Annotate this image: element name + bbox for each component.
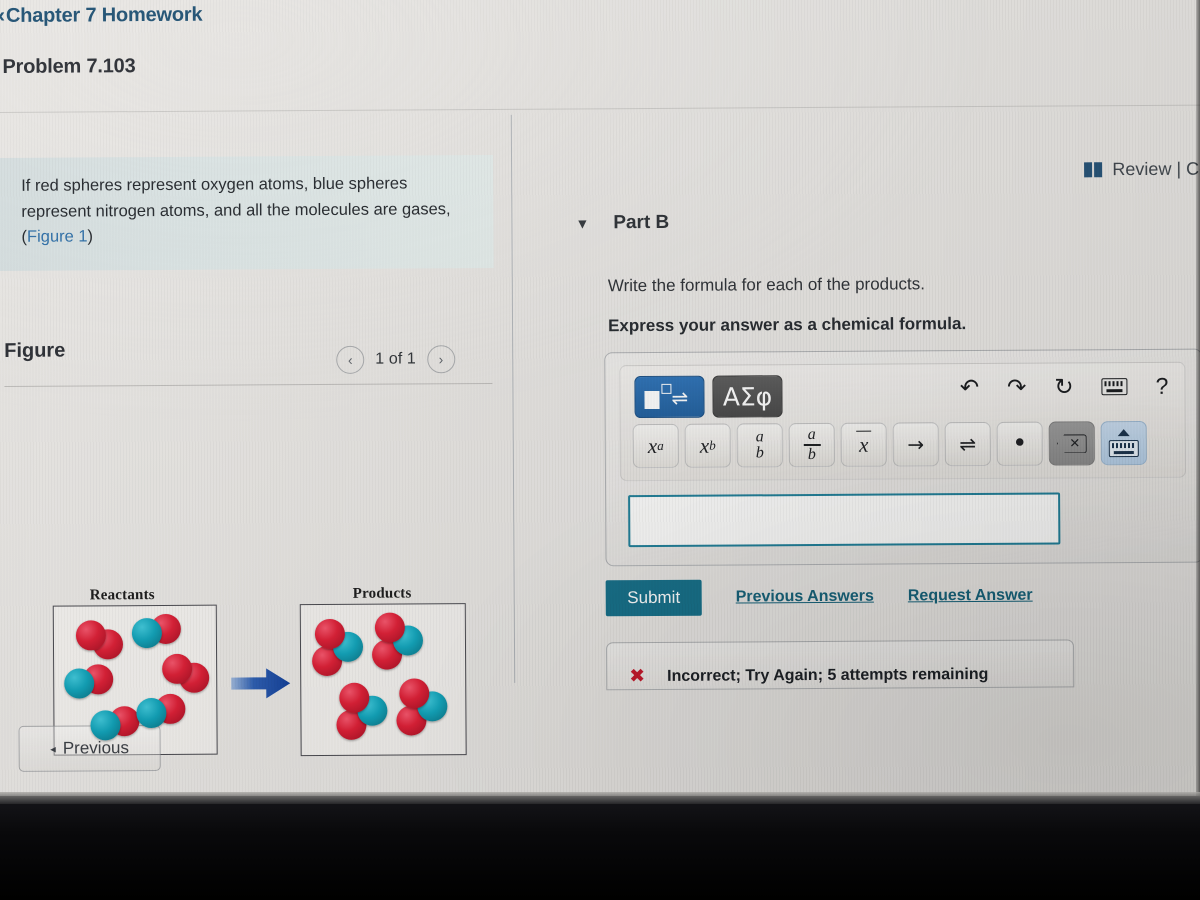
- molecule-NO2: [312, 618, 375, 679]
- review-constants-label: Review | Co: [1112, 158, 1200, 180]
- request-answer-link[interactable]: Request Answer: [908, 587, 1033, 606]
- figure-next-button[interactable]: ›: [426, 345, 455, 374]
- molecule-NO2: [336, 682, 399, 743]
- toolbar-action-icons: ↶ ↷ ↻ ?: [960, 373, 1169, 400]
- oxygen-atom: [162, 653, 193, 684]
- prompt-line-1: If red spheres represent oxygen atoms, b…: [21, 174, 408, 195]
- triangle-left-icon: ◂: [50, 743, 56, 756]
- keyboard-icon[interactable]: [1101, 378, 1128, 396]
- book-icon: [1084, 162, 1103, 178]
- oxygen-atom: [374, 612, 405, 643]
- reactants-label: Reactants: [89, 587, 155, 604]
- oxygen-atom: [399, 678, 430, 709]
- superscript-key[interactable]: xa: [632, 423, 679, 469]
- oxygen-atom: [314, 618, 346, 650]
- reset-icon[interactable]: ↻: [1054, 373, 1073, 399]
- screen-surface: ‹Chapter 7 Homework Problem 7.103 If red…: [0, 0, 1200, 812]
- chevron-left-icon: ‹: [347, 351, 353, 368]
- template-equilibrium-icon: ⇌: [644, 383, 694, 410]
- figure-counter: 1 of 1: [375, 350, 416, 368]
- prompt-line-3-suffix: ): [87, 227, 94, 246]
- products-box: [299, 603, 467, 757]
- back-chevron-icon: ‹: [0, 3, 6, 27]
- toolbar-top-row: ⇌ ΑΣφ ↶ ↷ ↻ ?: [634, 371, 1174, 422]
- redo-icon[interactable]: ↷: [1007, 374, 1026, 400]
- previous-page-button[interactable]: ◂ Previous: [18, 724, 161, 772]
- previous-button-label: Previous: [62, 738, 130, 758]
- molecule-figure: Reactants Products: [0, 445, 498, 757]
- incorrect-icon: ✖: [629, 665, 646, 688]
- screen-right-edge: [1196, 0, 1200, 812]
- subscript-key[interactable]: xb: [684, 423, 731, 468]
- question-text: Write the formula for each of the produc…: [607, 274, 926, 296]
- answer-instruction: Express your answer as a chemical formul…: [607, 314, 967, 336]
- answer-actions: Submit Previous Answers Request Answer: [605, 578, 1033, 617]
- figure-divider: [4, 382, 493, 387]
- part-b-header[interactable]: ▼ Part B: [575, 212, 669, 235]
- figure-1-link[interactable]: Figure 1: [27, 228, 88, 246]
- stacked-ab-key[interactable]: ab: [736, 423, 783, 468]
- oxygen-atom: [339, 682, 370, 713]
- left-pane: If red spheres represent oxygen atoms, b…: [0, 115, 505, 772]
- screen-bottom-edge: [0, 792, 1200, 804]
- answer-widget: ⇌ ΑΣφ ↶ ↷ ↻ ? x a x b a b a b x → ⇌ • ✕: [604, 348, 1200, 567]
- answer-input[interactable]: [628, 492, 1061, 548]
- reaction-arrow-icon: [231, 668, 291, 699]
- nitrogen-atom: [131, 617, 163, 649]
- figure-heading: Figure: [4, 339, 66, 362]
- greek-symbols-label: ΑΣφ: [722, 381, 773, 412]
- page-title: Problem 7.103: [2, 55, 136, 78]
- breadcrumb-back-link[interactable]: ‹Chapter 7 Homework: [0, 3, 202, 28]
- review-constants-link[interactable]: Review | Co: [1084, 159, 1200, 181]
- photograph-of-screen: ‹Chapter 7 Homework Problem 7.103 If red…: [0, 0, 1200, 900]
- backspace-key[interactable]: ✕: [1048, 421, 1095, 466]
- prompt-line-2: represent nitrogen atoms, and all the mo…: [21, 200, 398, 221]
- template-button[interactable]: ⇌: [634, 375, 705, 419]
- figure-prev-button[interactable]: ‹: [336, 345, 365, 374]
- molecule-NO2: [371, 612, 435, 672]
- undo-icon[interactable]: ↶: [960, 374, 979, 400]
- overbar-key[interactable]: x: [840, 422, 887, 467]
- chevron-down-icon: ▼: [575, 215, 590, 232]
- right-pane: Review | Co ▼ Part B Write the formula f…: [555, 111, 1200, 691]
- toolbar-key-row: xa xb ab ab x → ⇌ • ✕: [632, 420, 1175, 469]
- previous-answers-link[interactable]: Previous Answers: [736, 588, 874, 607]
- header-divider: [0, 104, 1200, 113]
- figure-navigation: ‹ 1 of 1 ›: [336, 345, 455, 374]
- oxygen-atom: [75, 620, 107, 651]
- submit-button[interactable]: Submit: [605, 579, 702, 617]
- chevron-right-icon: ›: [438, 351, 444, 368]
- breadcrumb-label: Chapter 7 Homework: [5, 3, 203, 27]
- nitrogen-atom: [136, 697, 167, 729]
- feedback-message: Incorrect; Try Again; 5 attempts remaini…: [667, 665, 989, 685]
- right-arrow-key[interactable]: →: [892, 422, 939, 467]
- fraction-key[interactable]: ab: [788, 422, 835, 468]
- nitrogen-atom: [90, 710, 121, 741]
- greek-symbols-button[interactable]: ΑΣφ: [712, 375, 783, 418]
- help-icon[interactable]: ?: [1156, 373, 1169, 399]
- products-label: Products: [352, 585, 412, 602]
- molecule-NO2: [396, 678, 459, 738]
- part-label: Part B: [613, 211, 670, 234]
- feedback-banner: ✖ Incorrect; Try Again; 5 attempts remai…: [605, 639, 1075, 691]
- problem-statement-box: If red spheres represent oxygen atoms, b…: [0, 154, 494, 271]
- pane-divider: [510, 114, 516, 683]
- math-toolbar: ⇌ ΑΣφ ↶ ↷ ↻ ? x a x b a b a b x → ⇌ • ✕: [619, 361, 1186, 482]
- equilibrium-key[interactable]: ⇌: [944, 421, 991, 467]
- screen-bottom-bezel: [0, 796, 1200, 900]
- dot-key[interactable]: •: [996, 421, 1043, 466]
- mastering-chemistry-page: ‹Chapter 7 Homework Problem 7.103 If red…: [0, 0, 1200, 812]
- keyboard-toggle-key[interactable]: [1100, 420, 1147, 466]
- nitrogen-atom: [64, 668, 95, 699]
